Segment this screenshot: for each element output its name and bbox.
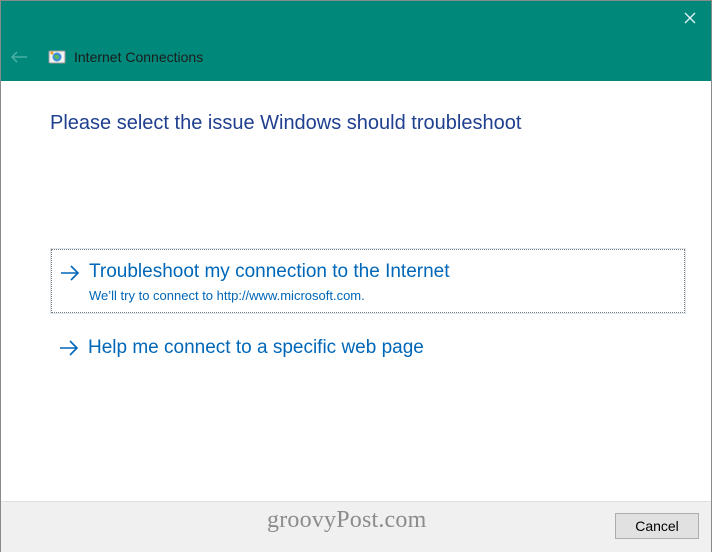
- option-title: Troubleshoot my connection to the Intern…: [89, 261, 450, 282]
- back-arrow-icon: [11, 51, 27, 63]
- network-globe-icon: [48, 50, 66, 64]
- page-heading: Please select the issue Windows should t…: [50, 112, 522, 134]
- option-connect-web-page[interactable]: Help me connect to a specific web page: [51, 333, 685, 365]
- option-title: Help me connect to a specific web page: [88, 337, 424, 358]
- watermark: groovyPost.com: [267, 507, 427, 533]
- right-arrow-icon: [60, 340, 79, 356]
- cancel-button[interactable]: Cancel: [615, 513, 699, 539]
- right-arrow-icon: [61, 265, 80, 281]
- close-icon: [684, 12, 696, 24]
- troubleshooter-window: Internet Connections Please select the i…: [0, 0, 712, 552]
- back-button[interactable]: [7, 45, 31, 69]
- option-troubleshoot-internet[interactable]: Troubleshoot my connection to the Intern…: [50, 248, 686, 314]
- option-description: We’ll try to connect to http://www.micro…: [89, 288, 365, 303]
- window-title: Internet Connections: [74, 49, 204, 65]
- close-button[interactable]: [667, 1, 712, 35]
- title-bar: Internet Connections: [1, 1, 711, 81]
